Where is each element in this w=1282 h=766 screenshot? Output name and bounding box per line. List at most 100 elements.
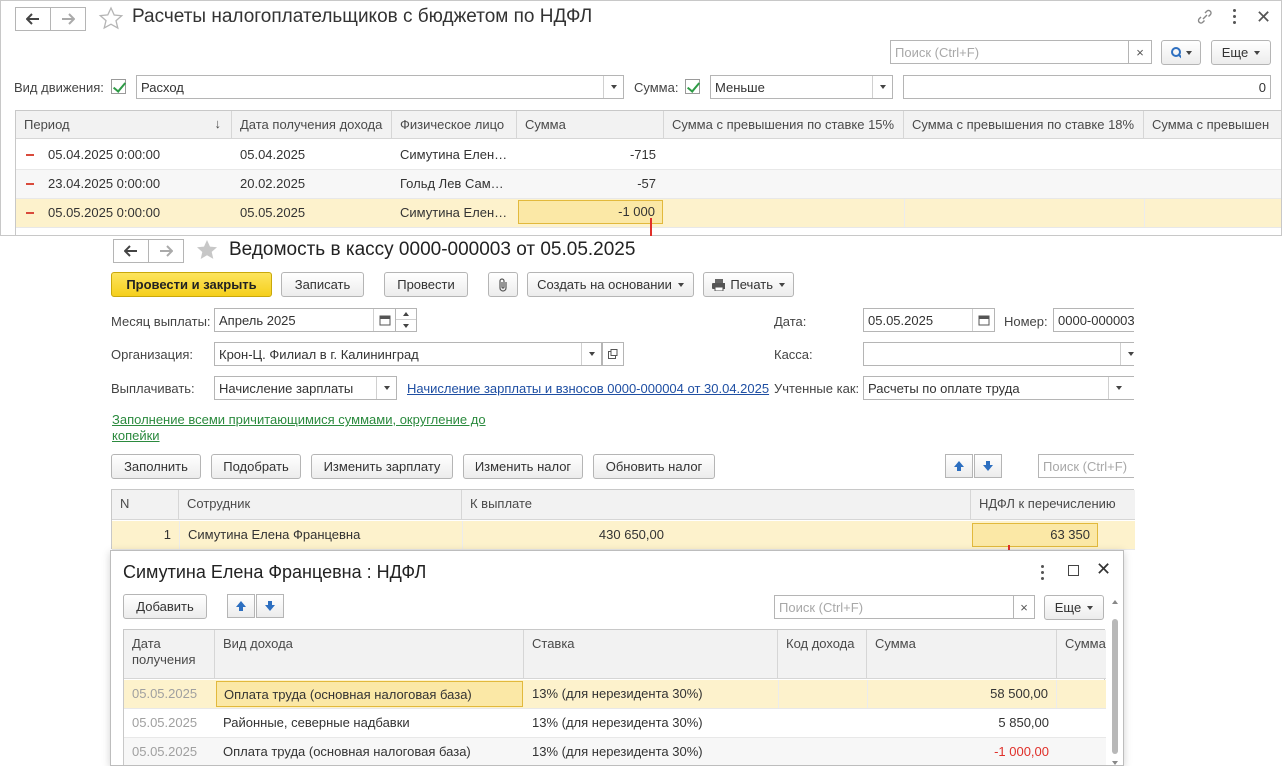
- forward-button[interactable]: [148, 239, 184, 263]
- month-input[interactable]: Апрель 2025: [214, 308, 396, 332]
- scroll-up-icon[interactable]: [1112, 600, 1118, 604]
- table-row-selected[interactable]: 05.05.2025 Оплата труда (основная налого…: [124, 680, 1106, 709]
- table-row[interactable]: 05.05.2025 Оплата труда (основная налого…: [124, 738, 1106, 765]
- add-button[interactable]: Добавить: [123, 594, 207, 619]
- cash-select[interactable]: [863, 342, 1134, 366]
- sum-value-input[interactable]: 0: [903, 75, 1271, 99]
- number-input[interactable]: 0000-000003: [1053, 308, 1134, 332]
- calendar-icon[interactable]: [972, 309, 994, 331]
- col-sum-18[interactable]: Сумма с превышения по ставке 18%: [904, 111, 1144, 138]
- calendar-icon[interactable]: [373, 309, 395, 331]
- change-salary-button[interactable]: Изменить зарплату: [311, 454, 453, 479]
- table-row-selected[interactable]: 1 Симутина Елена Францевна 430 650,00 63…: [112, 521, 1135, 550]
- back-button[interactable]: [113, 239, 149, 263]
- col-person[interactable]: Физическое лицо: [392, 111, 517, 138]
- arrow-right-icon: [160, 245, 173, 257]
- table-row[interactable]: 05.05.2025 Районные, северные надбавки 1…: [124, 709, 1106, 738]
- chevron-down-icon[interactable]: [581, 343, 601, 365]
- back-button[interactable]: [15, 7, 51, 31]
- cell-tax[interactable]: 63 350: [972, 523, 1098, 547]
- col-sum[interactable]: Сумма: [867, 630, 1057, 678]
- close-icon[interactable]: ✕: [1096, 559, 1111, 580]
- scroll-down-icon[interactable]: [1112, 761, 1118, 765]
- move-up-button[interactable]: [227, 594, 255, 618]
- organization-select[interactable]: Крон-Ц. Филиал в г. Калининград: [214, 342, 602, 366]
- chevron-down-icon[interactable]: [1120, 343, 1134, 365]
- movement-checkbox[interactable]: [111, 79, 126, 94]
- create-based-on-button[interactable]: Создать на основании: [527, 272, 694, 297]
- open-organization-button[interactable]: [602, 342, 624, 366]
- col-income-code[interactable]: Код дохода: [778, 630, 867, 678]
- table-row[interactable]: 23.04.2025 0:00:00 20.02.2025 Гольд Лев …: [16, 170, 1281, 199]
- col-income-kind[interactable]: Вид дохода: [215, 630, 524, 678]
- minus-icon: [26, 183, 34, 185]
- save-button[interactable]: Записать: [281, 272, 364, 297]
- account-label: Учтенные как:: [774, 381, 860, 396]
- close-icon[interactable]: ✕: [1256, 7, 1271, 28]
- chevron-down-icon[interactable]: [872, 76, 892, 98]
- print-button[interactable]: Печать: [703, 272, 794, 297]
- col-sum-other[interactable]: Сумма с превышен: [1144, 111, 1281, 138]
- col-to-pay[interactable]: К выплате: [462, 490, 971, 519]
- search-input[interactable]: Поиск (Ctrl+F): [774, 595, 1014, 619]
- organization-label: Организация:: [111, 347, 194, 362]
- account-select[interactable]: Расчеты по оплате труда: [863, 376, 1134, 400]
- col-income-date[interactable]: Дата получения дохода: [232, 111, 392, 138]
- more-button[interactable]: Еще: [1044, 595, 1104, 620]
- cell-sum: 5 850,00: [998, 715, 1049, 730]
- post-button[interactable]: Провести: [384, 272, 468, 297]
- col-tax[interactable]: НДФЛ к перечислению: [971, 490, 1135, 519]
- col-n[interactable]: N: [112, 490, 179, 519]
- fill-button[interactable]: Заполнить: [111, 454, 201, 479]
- cell-income-kind[interactable]: Оплата труда (основная налоговая база): [216, 681, 523, 707]
- favorite-star-icon[interactable]: [195, 239, 219, 261]
- pay-select[interactable]: Начисление зарплаты: [214, 376, 397, 400]
- column-divider: [904, 199, 905, 227]
- search-clear-button[interactable]: ×: [1013, 595, 1035, 619]
- sum-checkbox[interactable]: [685, 79, 700, 94]
- cell-sum[interactable]: -1 000: [518, 200, 663, 224]
- chevron-down-icon[interactable]: [376, 377, 396, 399]
- table-row-selected[interactable]: 05.05.2025 0:00:00 05.05.2025 Симутина Е…: [16, 199, 1281, 228]
- date-input[interactable]: 05.05.2025: [863, 308, 995, 332]
- search-clear-button[interactable]: ×: [1128, 40, 1152, 64]
- arrow-left-icon: [26, 13, 39, 25]
- more-button[interactable]: Еще: [1211, 40, 1271, 65]
- attach-button[interactable]: [488, 272, 518, 297]
- cell-person: Гольд Лев Сам…: [400, 176, 504, 191]
- more-menu-icon[interactable]: [1041, 564, 1045, 580]
- col-rate[interactable]: Ставка: [524, 630, 778, 678]
- accrual-document-link[interactable]: Начисление зарплаты и взносов 0000-00000…: [407, 381, 769, 396]
- col-period[interactable]: Период ↓: [16, 111, 232, 138]
- more-menu-icon[interactable]: [1233, 8, 1237, 26]
- col-date[interactable]: Дата получения: [124, 630, 215, 678]
- col-sum-15[interactable]: Сумма с превышения по ставке 15%: [664, 111, 904, 138]
- sum-condition-select[interactable]: Меньше: [710, 75, 893, 99]
- col-sum-2[interactable]: Сумма: [1057, 630, 1106, 678]
- scrollbar-thumb[interactable]: [1112, 619, 1118, 754]
- search-button[interactable]: [1161, 40, 1201, 65]
- col-sum[interactable]: Сумма: [517, 111, 664, 138]
- table-row[interactable]: 05.04.2025 0:00:00 05.04.2025 Симутина Е…: [16, 141, 1281, 170]
- chevron-down-icon[interactable]: [603, 76, 623, 98]
- month-stepper[interactable]: [395, 308, 417, 332]
- vertical-scrollbar[interactable]: [1109, 597, 1121, 765]
- search-input[interactable]: Поиск (Ctrl+F): [890, 40, 1129, 64]
- forward-button[interactable]: [50, 7, 86, 31]
- favorite-star-icon[interactable]: [98, 6, 124, 30]
- link-icon[interactable]: [1196, 9, 1214, 25]
- update-tax-button[interactable]: Обновить налог: [593, 454, 715, 479]
- maximize-icon[interactable]: [1068, 565, 1079, 576]
- move-up-button[interactable]: [945, 454, 973, 478]
- col-employee[interactable]: Сотрудник: [179, 490, 462, 519]
- move-down-button[interactable]: [256, 594, 284, 618]
- pay-label: Выплачивать:: [111, 381, 195, 396]
- post-and-close-button[interactable]: Провести и закрыть: [111, 272, 272, 297]
- change-tax-button[interactable]: Изменить налог: [463, 454, 583, 479]
- pick-button[interactable]: Подобрать: [211, 454, 301, 479]
- move-down-button[interactable]: [974, 454, 1002, 478]
- table-search-input[interactable]: Поиск (Ctrl+F): [1038, 454, 1134, 478]
- fill-settings-link[interactable]: Заполнение всеми причитающимися суммами,…: [112, 412, 512, 444]
- chevron-down-icon[interactable]: [1108, 377, 1128, 399]
- movement-select[interactable]: Расход: [136, 75, 624, 99]
